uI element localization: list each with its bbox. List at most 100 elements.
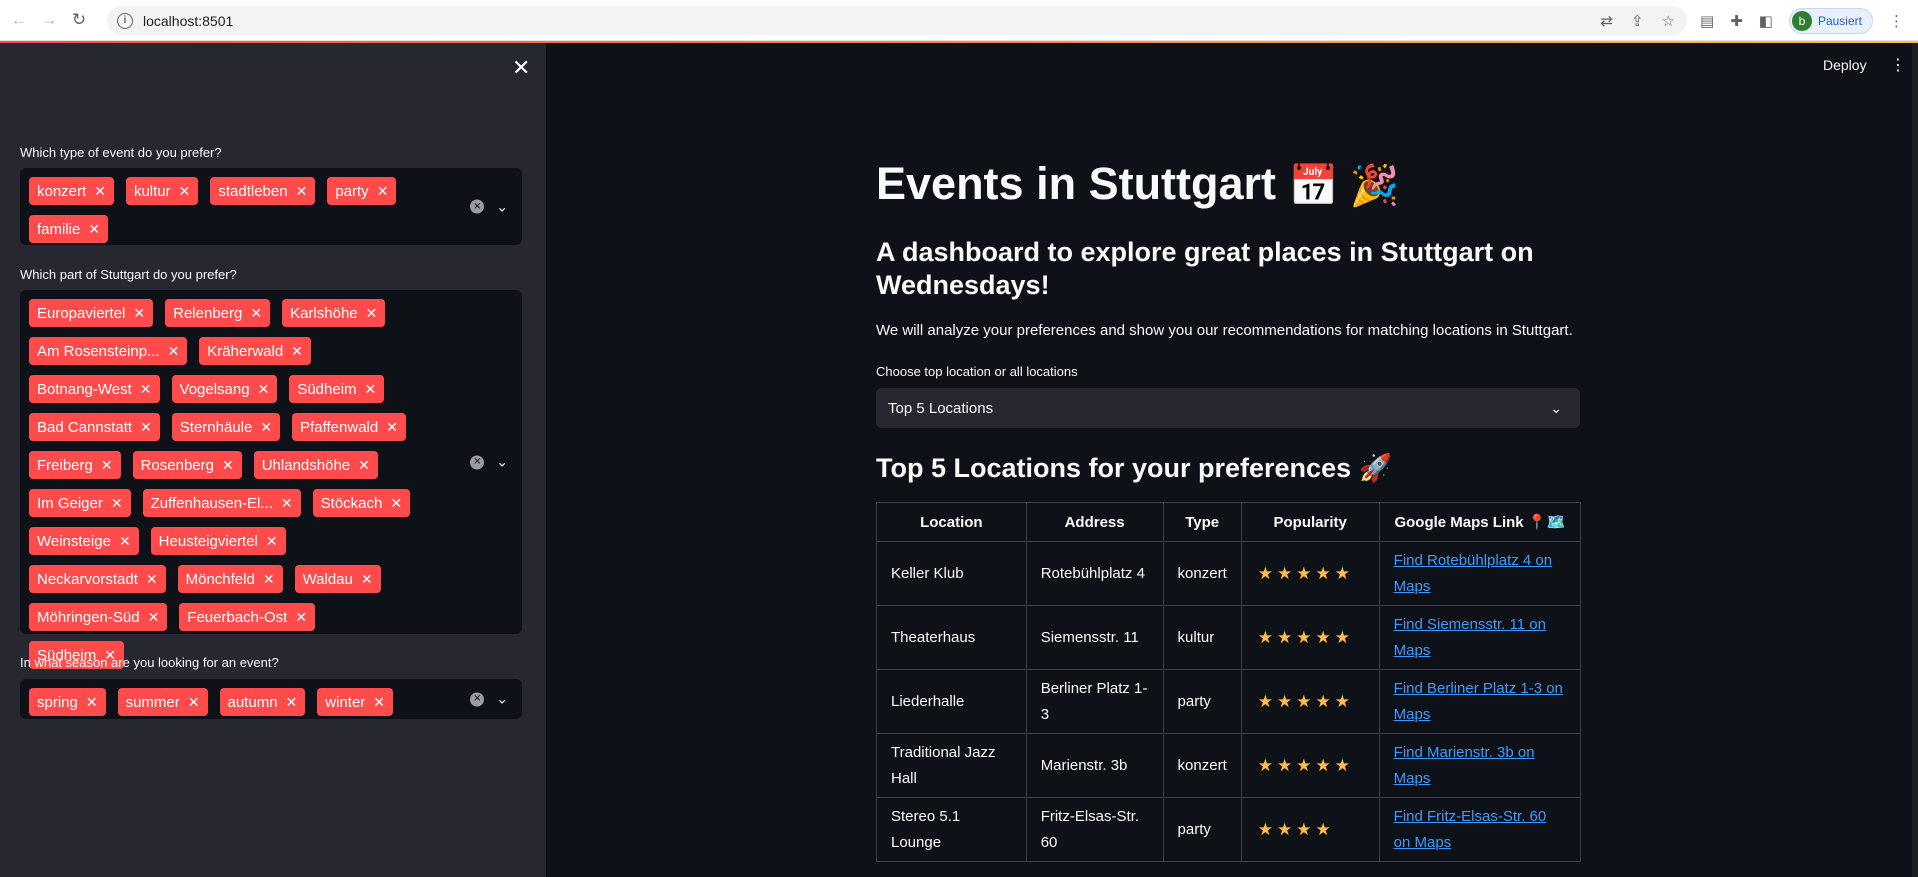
avatar: b bbox=[1791, 11, 1812, 31]
remove-tag-icon[interactable]: ✕ bbox=[295, 609, 307, 626]
remove-tag-icon[interactable]: ✕ bbox=[119, 533, 131, 550]
section-title: Top 5 Locations for your preferences 🚀 bbox=[876, 453, 1393, 483]
location-cell: Keller Klub bbox=[876, 541, 1027, 606]
page-title: Events in Stuttgart 📅 🎉 bbox=[876, 158, 1399, 210]
selected-tag: spring ✕ bbox=[29, 688, 106, 716]
event-type-multiselect[interactable]: konzert ✕ kultur ✕ stadtleben ✕ party ✕ familie ✕… bbox=[20, 168, 522, 245]
remove-tag-icon[interactable]: ✕ bbox=[250, 305, 262, 322]
remove-tag-icon[interactable]: ✕ bbox=[88, 221, 100, 238]
extensions-icon[interactable]: ✚ bbox=[1730, 12, 1743, 30]
remove-tag-icon[interactable]: ✕ bbox=[258, 381, 270, 398]
remove-tag-icon[interactable]: ✕ bbox=[146, 571, 158, 588]
address-cell: Fritz-Elsas-Str. 60 bbox=[1025, 797, 1164, 862]
chevron-down-icon[interactable]: ⌄ bbox=[1550, 400, 1562, 417]
address-cell: Berliner Platz 1-3 bbox=[1025, 669, 1164, 734]
remove-tag-icon[interactable]: ✕ bbox=[263, 571, 275, 588]
selected-tag: Freiberg ✕ bbox=[29, 451, 121, 479]
maps-link-cell: Find Rotebühlplatz 4 on Maps bbox=[1378, 541, 1582, 606]
tag-label: Pfaffenwald bbox=[300, 418, 379, 436]
remove-tag-icon[interactable]: ✕ bbox=[377, 183, 389, 200]
location-cell: Theaterhaus bbox=[876, 605, 1027, 670]
remove-tag-icon[interactable]: ✕ bbox=[148, 609, 160, 626]
remove-tag-icon[interactable]: ✕ bbox=[179, 183, 191, 200]
tag-label: Vogelsang bbox=[179, 380, 250, 398]
reading-list-icon[interactable]: ▤ bbox=[1700, 12, 1714, 30]
selected-tag: familie ✕ bbox=[29, 215, 109, 243]
remove-tag-icon[interactable]: ✕ bbox=[390, 495, 402, 512]
district-label: Which part of Stuttgart do you prefer? bbox=[20, 267, 237, 282]
remove-tag-icon[interactable]: ✕ bbox=[260, 419, 272, 436]
scrollbar[interactable] bbox=[1912, 43, 1918, 877]
remove-tag-icon[interactable]: ✕ bbox=[296, 183, 308, 200]
remove-tag-icon[interactable]: ✕ bbox=[111, 495, 123, 512]
maps-link[interactable]: Find Marienstr. 3b on Maps bbox=[1394, 744, 1535, 787]
remove-tag-icon[interactable]: ✕ bbox=[266, 533, 278, 550]
address-bar[interactable]: i localhost:8501 ⇄ ⇪ ☆ bbox=[107, 6, 1687, 35]
remove-tag-icon[interactable]: ✕ bbox=[86, 694, 98, 711]
remove-tag-icon[interactable]: ✕ bbox=[281, 495, 293, 512]
maps-link-cell: Find Siemensstr. 11 on Maps bbox=[1378, 605, 1582, 670]
site-info-icon[interactable]: i bbox=[117, 12, 133, 29]
profile-button[interactable]: b Pausiert bbox=[1788, 8, 1873, 34]
remove-tag-icon[interactable]: ✕ bbox=[101, 457, 113, 474]
tag-label: party bbox=[335, 182, 369, 200]
remove-tag-icon[interactable]: ✕ bbox=[168, 343, 180, 360]
reload-icon[interactable]: ↻ bbox=[68, 9, 90, 31]
remove-tag-icon[interactable]: ✕ bbox=[365, 381, 377, 398]
clear-icon[interactable]: ✕ bbox=[470, 692, 485, 706]
remove-tag-icon[interactable]: ✕ bbox=[140, 381, 152, 398]
district-multiselect[interactable]: Europaviertel ✕ Relenberg ✕ Karlshöhe ✕ Am Ros… bbox=[20, 290, 522, 669]
chevron-down-icon[interactable]: ⌄ bbox=[496, 198, 508, 215]
season-multiselect[interactable]: spring ✕ summer ✕ autumn ✕ winter ✕ ✕ ⌄ bbox=[20, 679, 522, 719]
tag-label: kultur bbox=[133, 182, 171, 200]
column-header: Location bbox=[876, 502, 1027, 542]
deploy-button[interactable]: Deploy bbox=[1823, 57, 1867, 73]
remove-tag-icon[interactable]: ✕ bbox=[366, 305, 378, 322]
chevron-down-icon[interactable]: ⌄ bbox=[496, 691, 508, 708]
bookmark-star-icon[interactable]: ☆ bbox=[1662, 12, 1675, 30]
remove-tag-icon[interactable]: ✕ bbox=[386, 419, 398, 436]
remove-tag-icon[interactable]: ✕ bbox=[373, 694, 385, 711]
browser-menu-icon[interactable]: ⋮ bbox=[1889, 12, 1904, 30]
selected-tag: Waldau ✕ bbox=[294, 565, 381, 593]
type-cell: konzert bbox=[1162, 733, 1242, 798]
table-row: Stereo 5.1 Lounge Fritz-Elsas-Str. 60 pa… bbox=[876, 797, 1582, 862]
remove-tag-icon[interactable]: ✕ bbox=[286, 694, 298, 711]
remove-tag-icon[interactable]: ✕ bbox=[361, 571, 373, 588]
district-tags: Europaviertel ✕ Relenberg ✕ Karlshöhe ✕ Am Ros… bbox=[27, 294, 422, 674]
season-label: In what season are you looking for an ev… bbox=[20, 655, 279, 670]
close-sidebar-icon[interactable]: ✕ bbox=[512, 57, 530, 79]
maps-link[interactable]: Find Berliner Platz 1-3 on Maps bbox=[1394, 680, 1563, 723]
selected-tag: Sternhäule ✕ bbox=[171, 413, 281, 441]
maps-link[interactable]: Find Rotebühlplatz 4 on Maps bbox=[1394, 552, 1552, 595]
location-select-label: Choose top location or all locations bbox=[876, 364, 1078, 379]
maps-link[interactable]: Find Fritz-Elsas-Str. 60 on Maps bbox=[1394, 808, 1547, 851]
back-icon[interactable]: ← bbox=[8, 9, 30, 31]
maps-link-cell: Find Berliner Platz 1-3 on Maps bbox=[1378, 669, 1582, 734]
maps-link-cell: Find Fritz-Elsas-Str. 60 on Maps bbox=[1378, 797, 1582, 862]
intro-text: We will analyze your preferences and sho… bbox=[876, 322, 1573, 339]
remove-tag-icon[interactable]: ✕ bbox=[291, 343, 303, 360]
remove-tag-icon[interactable]: ✕ bbox=[222, 457, 234, 474]
selected-tag: konzert ✕ bbox=[29, 177, 114, 205]
translate-icon[interactable]: ⇄ bbox=[1600, 12, 1613, 30]
maps-link[interactable]: Find Siemensstr. 11 on Maps bbox=[1394, 616, 1546, 659]
selected-tag: stadtleben ✕ bbox=[210, 177, 316, 205]
selected-tag: Zuffenhausen-El... ✕ bbox=[142, 489, 301, 517]
remove-tag-icon[interactable]: ✕ bbox=[188, 694, 200, 711]
table-row: Theaterhaus Siemensstr. 11 kultur ★★★★★ … bbox=[876, 605, 1582, 670]
location-select[interactable]: Top 5 Locations ⌄ bbox=[876, 388, 1580, 428]
clear-icon[interactable]: ✕ bbox=[470, 455, 485, 469]
tag-label: Mönchfeld bbox=[185, 570, 255, 588]
forward-icon[interactable]: → bbox=[38, 9, 60, 31]
remove-tag-icon[interactable]: ✕ bbox=[133, 305, 145, 322]
remove-tag-icon[interactable]: ✕ bbox=[358, 457, 370, 474]
clear-icon[interactable]: ✕ bbox=[470, 199, 485, 214]
main-menu-icon[interactable]: ⋮ bbox=[1890, 55, 1906, 75]
remove-tag-icon[interactable]: ✕ bbox=[94, 183, 106, 200]
remove-tag-icon[interactable]: ✕ bbox=[140, 419, 152, 436]
side-panel-icon[interactable]: ◧ bbox=[1759, 12, 1773, 30]
share-icon[interactable]: ⇪ bbox=[1631, 12, 1644, 30]
tag-label: winter bbox=[325, 693, 366, 711]
chevron-down-icon[interactable]: ⌄ bbox=[496, 454, 508, 471]
